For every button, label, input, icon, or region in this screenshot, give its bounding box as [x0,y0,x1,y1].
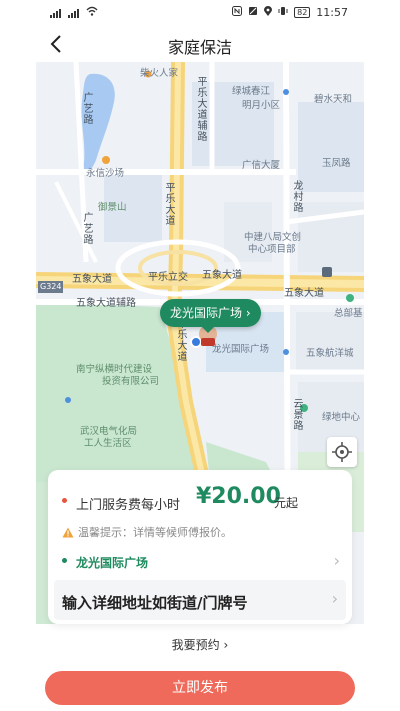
status-left [50,6,98,19]
map-label: 五象大道 [284,288,324,299]
map-label: 五象大道 [202,270,242,281]
detail-address-placeholder: 输入详细地址如街道/门牌号 [62,594,248,612]
map-label: 广艺路 [81,212,92,245]
map-label: 龙村路 [291,180,302,213]
book-label: 我要预约 [171,638,220,652]
map-label: 总部基 [334,308,363,319]
book-link[interactable]: 我要预约 › [0,636,400,653]
fee-price: ¥20.00 [196,484,281,509]
map-label: 永信沙场 [86,168,125,179]
map-label: 广艺路 [81,92,92,125]
chevron-right-icon: › [333,551,340,570]
chevron-right-icon: › [223,638,229,652]
map-label: 碧水天和 [314,94,353,105]
map-label: 柴火人家 [140,68,179,79]
warning-icon [62,527,74,537]
map-label: 南宁纵横时代建设 [76,364,153,375]
map-label: 平乐大道 [163,182,174,226]
map-label: 中建八局文创 [244,232,302,243]
tip-text: 温馨提示：详情等候师傅报价。 [78,526,232,539]
map-label: 绿城春江 [232,86,271,97]
status-bar: 82 11:57 [0,0,400,26]
pin-label: 龙光国际广场 [170,306,243,320]
chevron-right-icon: › [331,589,338,608]
vibrate-icon [278,6,288,19]
map-label: 平乐立交 [148,272,188,283]
signal-icon [68,8,82,18]
selected-address-row[interactable]: 龙光国际广场 › [48,548,352,576]
chevron-right-icon: › [245,306,251,320]
selected-address: 龙光国际广场 [76,556,149,570]
locate-button[interactable] [327,437,357,467]
page-title: 家庭保洁 [167,38,232,57]
map-label: 御景山 [98,202,127,213]
map-label: 玉凤路 [322,158,351,169]
title-bar: 家庭保洁 [0,26,400,62]
bullet-dot [62,558,67,563]
battery-icon: 82 [294,7,311,18]
map-label: 云景路 [291,398,302,431]
publish-button[interactable]: 立即发布 [45,671,355,705]
fee-label: 上门服务费每小时 [76,498,181,513]
map-label: 投资有限公司 [102,376,160,387]
map-label: 武汉电气化局 [80,426,138,437]
status-right: 82 11:57 [232,6,348,19]
detail-address-input[interactable]: 输入详细地址如街道/门牌号 › [54,580,346,620]
map-label: 中心项目部 [248,244,296,255]
map-label: 五象大道辅路 [76,298,136,309]
map-label: 广信大厦 [242,160,281,171]
wifi-icon [86,6,98,19]
crosshair-icon [332,442,352,462]
map-label: 龙光国际广场 [212,344,270,355]
fee-unit: 元起 [274,496,299,510]
map-label: 工人生活区 [84,438,132,449]
service-card: 上门服务费每小时 ¥20.00 元起 温馨提示：详情等候师傅报价。 龙光国际广场… [48,470,352,624]
clock: 11:57 [316,6,348,19]
map-label: 五象大道 [72,274,112,285]
map-label: 五象航洋城 [306,348,354,359]
road-badge: G324 [38,281,64,293]
map-label: 平乐大道辅路 [195,76,206,142]
tip-row: 温馨提示：详情等候师傅报价。 [62,524,232,540]
location-icon [264,6,273,19]
map-label: 明月小区 [242,100,281,111]
bullet-dot [62,498,67,503]
signal-icon [50,8,64,18]
map-label: 绿地中心 [322,412,361,423]
mute-icon [248,6,258,19]
nfc-icon [232,6,243,19]
location-pin-bubble[interactable]: 龙光国际广场 › [160,299,261,333]
